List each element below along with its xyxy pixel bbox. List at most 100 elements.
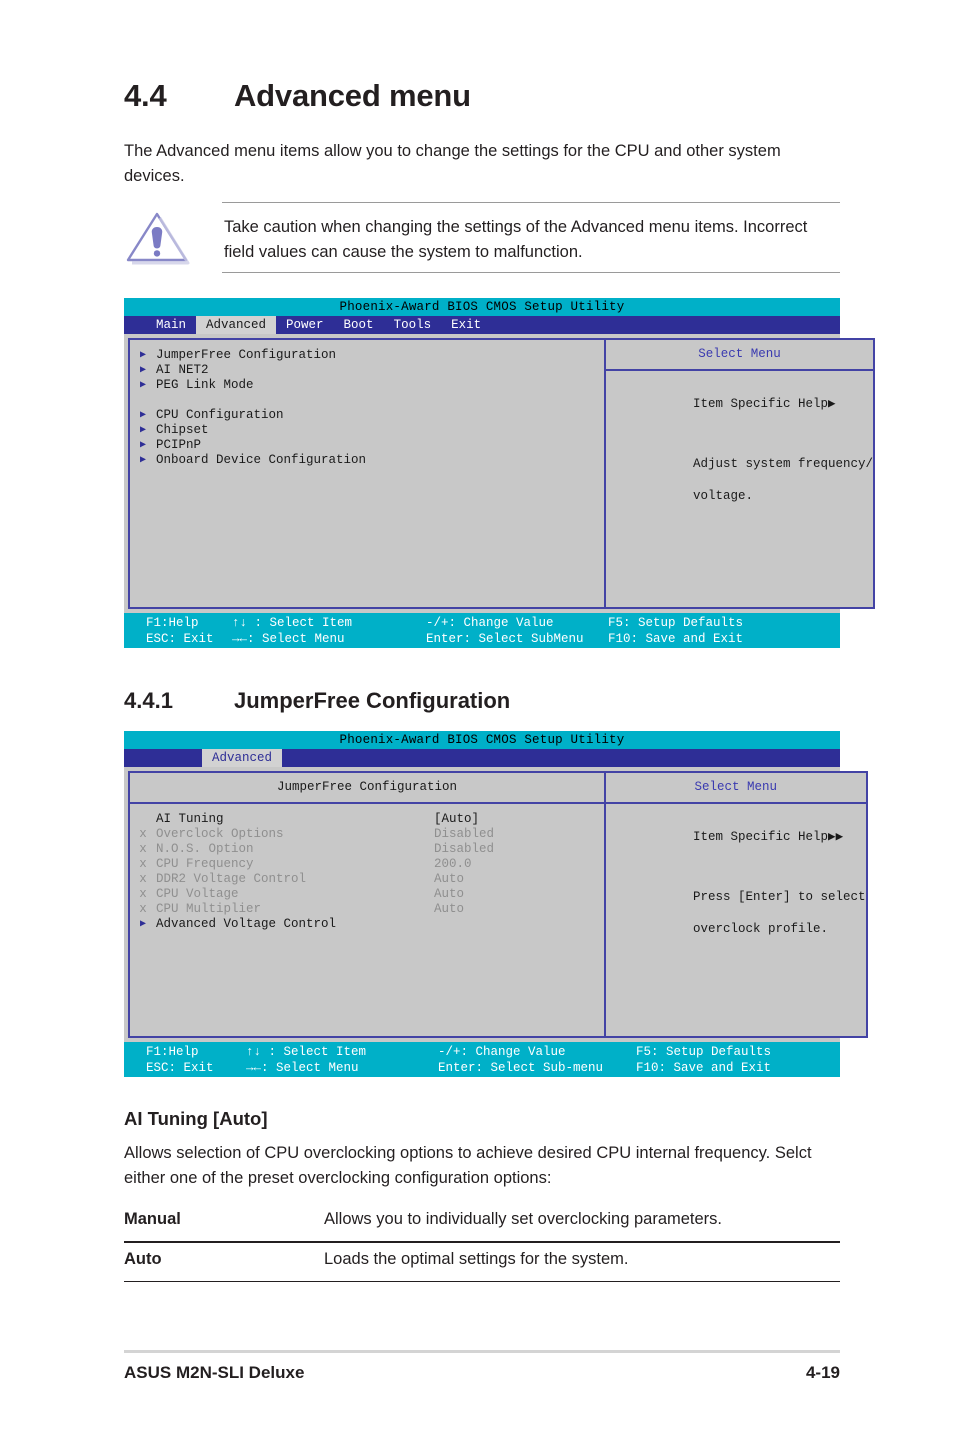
tab-blank-left[interactable] (124, 749, 202, 767)
menu-spacer (130, 393, 604, 408)
section-heading: 4.4 Advanced menu (124, 78, 471, 114)
footer-divider (124, 1350, 840, 1353)
help-gap (618, 861, 866, 873)
disabled-x-icon: x (139, 887, 147, 901)
triangle-right-icon: ▶ (139, 410, 147, 421)
menu-item-cpu-multiplier: x CPU Multiplier Auto (130, 902, 604, 917)
tab-tools[interactable]: Tools (384, 316, 442, 334)
ai-tuning-heading: AI Tuning [Auto] (124, 1108, 268, 1129)
triangle-right-icon: ▶ (139, 365, 147, 376)
menu-item-advanced-voltage-control[interactable]: ▶ Advanced Voltage Control (130, 917, 604, 932)
help-text-line-1: Press [Enter] to select (693, 890, 866, 904)
menu-item-label: PEG Link Mode (156, 378, 254, 392)
section-title: Advanced menu (234, 78, 471, 113)
footer-esc-exit: ESC: Exit (146, 1061, 214, 1075)
note-bottom-rule (222, 272, 840, 273)
bios-menu-list: ▶ JumperFree Configuration ▶ AI NET2 ▶ P… (130, 340, 604, 468)
triangle-right-icon: ▶ (139, 350, 147, 361)
footer-setup-defaults: F5: Setup Defaults (608, 616, 744, 630)
help-heading-text: Item Specific Help (693, 397, 829, 411)
double-arrow-icon: ▶ (828, 397, 836, 411)
triangle-right-icon: ▶ (139, 440, 147, 451)
menu-item-chipset[interactable]: ▶ Chipset (130, 423, 604, 438)
menu-item-label: N.O.S. Option (156, 842, 254, 856)
triangle-right-icon: ▶ (139, 380, 147, 391)
menu-item-peg-link-mode[interactable]: ▶ PEG Link Mode (130, 378, 604, 393)
disabled-x-icon: x (139, 827, 147, 841)
option-definition: Loads the optimal settings for the syste… (324, 1249, 629, 1268)
footer-f1-help: F1:Help (146, 616, 199, 630)
menu-item-onboard-device-configuration[interactable]: ▶ Onboard Device Configuration (130, 453, 604, 468)
tab-advanced[interactable]: Advanced (202, 749, 283, 767)
table-rule (124, 1280, 840, 1283)
menu-item-cpu-voltage: x CPU Voltage Auto (130, 887, 604, 902)
menu-item-value: Auto (434, 887, 465, 901)
menu-item-ddr2-voltage-control: x DDR2 Voltage Control Auto (130, 872, 604, 887)
double-arrow-icon: ▶▶ (828, 830, 844, 844)
help-panel-body: Item Specific Help▶ Adjust system freque… (606, 371, 873, 520)
subsection-title: JumperFree Configuration (234, 688, 511, 713)
menu-item-value: Disabled (434, 827, 495, 841)
menu-item-value[interactable]: [Auto] (434, 812, 479, 827)
menu-item-label: DDR2 Voltage Control (156, 872, 307, 886)
bios-body: JumperFree Configuration AI Tuning [Auto… (124, 767, 868, 1042)
bios-body: ▶ JumperFree Configuration ▶ AI NET2 ▶ P… (124, 334, 876, 613)
disabled-x-icon: x (139, 872, 147, 886)
menu-item-value: Disabled (434, 842, 495, 856)
bios-help-panel: Select Menu Item Specific Help▶▶ Press [… (606, 771, 868, 1038)
menu-item-label: Advanced Voltage Control (156, 917, 337, 931)
triangle-right-icon: ▶ (139, 919, 147, 930)
bios-footer: F1:Help ESC: Exit ↑↓ : Select Item →←: S… (124, 613, 840, 648)
tab-main[interactable]: Main (146, 316, 196, 334)
help-heading: Item Specific Help▶▶ (693, 830, 843, 844)
tab-power[interactable]: Power (276, 316, 334, 334)
tab-advanced[interactable]: Advanced (196, 316, 277, 334)
footer-select-item: ↑↓ : Select Item (232, 616, 353, 630)
menu-item-jumperfree-configuration[interactable]: ▶ JumperFree Configuration (130, 348, 604, 363)
menu-item-label: JumperFree Configuration (156, 348, 337, 362)
menu-item-value: Auto (434, 902, 465, 916)
tab-bar-left-spacer (124, 316, 146, 334)
menu-item-pcipnp[interactable]: ▶ PCIPnP (130, 438, 604, 453)
menu-item-ai-tuning[interactable]: AI Tuning [Auto] (130, 812, 604, 827)
table-row: Auto Loads the optimal settings for the … (124, 1243, 840, 1281)
ai-tuning-description: Allows selection of CPU overclocking opt… (124, 1144, 812, 1187)
option-term: Auto (124, 1249, 162, 1268)
menu-item-overclock-options: x Overclock Options Disabled (130, 827, 604, 842)
triangle-right-icon: ▶ (139, 455, 147, 466)
menu-item-ai-net2[interactable]: ▶ AI NET2 (130, 363, 604, 378)
tab-exit[interactable]: Exit (441, 316, 491, 334)
footer-select-menu: →←: Select Menu (246, 1061, 359, 1075)
note-top-rule (222, 202, 840, 203)
footer-change-value: -/+: Change Value (438, 1045, 566, 1059)
option-definition: Allows you to individually set overclock… (324, 1210, 723, 1228)
panel-title: JumperFree Configuration (130, 773, 604, 804)
disabled-x-icon: x (139, 902, 147, 916)
footer-select-menu: →←: Select Menu (232, 632, 345, 646)
bios-footer: F1:Help ESC: Exit ↑↓ : Select Item →←: S… (124, 1042, 840, 1077)
subsection-heading: 4.4.1 JumperFree Configuration (124, 688, 510, 714)
footer-f1-help: F1:Help (146, 1045, 199, 1059)
menu-item-label: CPU Voltage (156, 887, 239, 901)
section-intro-paragraph: The Advanced menu items allow you to cha… (124, 142, 781, 185)
bios-screen-jumperfree: Phoenix-Award BIOS CMOS Setup Utility Ad… (124, 731, 868, 1077)
triangle-right-icon: ▶ (139, 425, 147, 436)
help-panel-body: Item Specific Help▶▶ Press [Enter] to se… (606, 804, 866, 953)
menu-item-cpu-configuration[interactable]: ▶ CPU Configuration (130, 408, 604, 423)
footer-select-submenu: Enter: Select Sub-menu (438, 1061, 604, 1075)
bios-screen-advanced: Phoenix-Award BIOS CMOS Setup Utility Ma… (124, 298, 876, 648)
subsection-number: 4.4.1 (124, 688, 173, 713)
tab-boot[interactable]: Boot (334, 316, 384, 334)
footer-select-submenu: Enter: Select SubMenu (426, 632, 584, 646)
bios-menu-panel: JumperFree Configuration AI Tuning [Auto… (128, 771, 606, 1038)
footer-change-value: -/+: Change Value (426, 616, 554, 630)
caution-note: Take caution when changing the settings … (124, 196, 840, 278)
footer-page-number: 4-19 (805, 1363, 840, 1382)
help-heading: Item Specific Help▶ (693, 397, 836, 411)
tab-blank-right[interactable] (282, 749, 840, 767)
menu-item-label: AI NET2 (156, 363, 209, 377)
help-gap (618, 428, 873, 440)
disabled-x-icon: x (139, 857, 147, 871)
menu-item-nos-option: x N.O.S. Option Disabled (130, 842, 604, 857)
options-table: Manual Allows you to individually set ov… (124, 1203, 840, 1283)
